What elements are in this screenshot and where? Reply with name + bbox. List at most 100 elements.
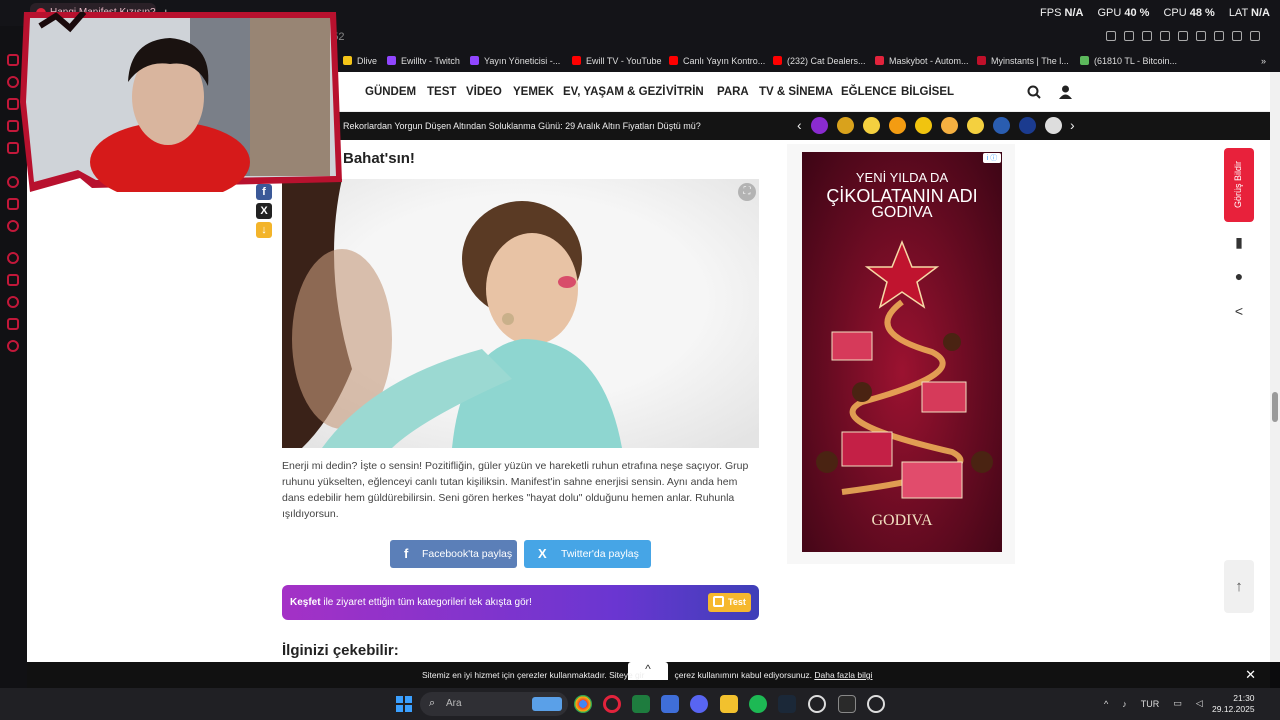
feedback-button[interactable]: Görüş Bildir	[1224, 148, 1254, 222]
sidebar-extensions-icon[interactable]	[7, 296, 19, 308]
sidebar-gamepad-icon[interactable]	[7, 274, 19, 286]
network-icon[interactable]: ▭	[1173, 698, 1182, 709]
heart-icon[interactable]	[1178, 31, 1188, 41]
bookmark-item[interactable]: Dlive	[343, 56, 377, 66]
download-icon[interactable]	[1232, 31, 1242, 41]
epic-games-icon[interactable]	[838, 695, 856, 713]
obs-icon[interactable]	[808, 695, 826, 713]
x-icon[interactable]: X	[256, 203, 272, 219]
cookie-more-link[interactable]: Daha fazla bilgi	[814, 670, 872, 680]
test-badge[interactable]: Test	[708, 593, 751, 612]
reaction-love-icon[interactable]	[915, 117, 932, 134]
nav-item-gundem[interactable]: GÜNDEM	[365, 86, 416, 98]
bookmarks-overflow-icon[interactable]: »	[1261, 56, 1266, 66]
user-icon[interactable]	[1059, 85, 1072, 99]
sidebar-bookmarks-icon[interactable]	[7, 318, 19, 330]
related-section-title: İlginizi çekebilir:	[282, 642, 399, 659]
sidebar-x-icon[interactable]	[7, 220, 19, 232]
expand-image-icon[interactable]: ⛶	[738, 183, 756, 201]
sidebar-history-icon[interactable]	[7, 76, 19, 88]
ticker-headline[interactable]: Rekorlardan Yorgun Düşen Altından Solukl…	[343, 121, 701, 131]
snapshot-icon[interactable]	[1124, 31, 1134, 41]
chrome-icon[interactable]	[574, 695, 592, 713]
profile-icon[interactable]	[1214, 31, 1224, 41]
bookmark-item[interactable]: Myinstants | The l...	[977, 56, 1069, 66]
reaction-wow-icon[interactable]	[837, 117, 854, 134]
share-twitter-button[interactable]: X Twitter'da paylaş	[524, 540, 651, 568]
reaction-nivea-icon[interactable]	[1019, 117, 1036, 134]
bookmark-item[interactable]: Maskybot - Autom...	[875, 56, 969, 66]
bookmark-item[interactable]: (61810 TL - Bitcoin...	[1080, 56, 1177, 66]
reaction-glasses-icon[interactable]	[863, 117, 880, 134]
spotify-icon[interactable]	[749, 695, 767, 713]
scroll-to-top-button[interactable]: ↑	[1224, 560, 1254, 613]
nav-item-tv-sinema[interactable]: TV & SİNEMA	[759, 86, 833, 98]
steam-icon[interactable]	[778, 695, 796, 713]
sidebar-discord-icon[interactable]	[7, 198, 19, 210]
shield-icon[interactable]	[1142, 31, 1152, 41]
comments-icon[interactable]: ●	[1229, 266, 1249, 286]
nav-item-ev-yasam-gezi[interactable]: EV, YAŞAM & GEZİ	[563, 86, 665, 98]
cookie-close-icon[interactable]: ✕	[1245, 667, 1256, 683]
nav-item-bilgisel[interactable]: BİLGİSEL	[901, 86, 954, 98]
file-explorer-icon[interactable]	[720, 695, 738, 713]
taskbar-search-input[interactable]: ⌕ Ara	[420, 692, 568, 716]
sidebar-messenger-icon[interactable]	[7, 54, 19, 66]
bookmark-item[interactable]: Ewilltv - Twitch	[387, 56, 460, 66]
bookmark-item[interactable]: Ewill TV - YouTube	[572, 56, 662, 66]
page-scrollbar[interactable]	[1270, 72, 1280, 662]
reaction-new-icon[interactable]	[811, 117, 828, 134]
download-icon[interactable]: ↓	[256, 222, 272, 238]
nav-item-para[interactable]: PARA	[717, 86, 749, 98]
language-indicator[interactable]: TUR	[1141, 699, 1160, 709]
share-facebook-button[interactable]: f Facebook'ta paylaş	[390, 540, 517, 568]
sidebar-player-icon[interactable]	[7, 120, 19, 132]
nav-item-test[interactable]: TEST	[427, 86, 456, 98]
opera-gx-icon[interactable]	[603, 695, 621, 713]
ticker-next-button[interactable]: ›	[1070, 117, 1075, 133]
kesfet-banner[interactable]: Keşfet ile ziyaret ettiğin tüm kategoril…	[282, 585, 759, 620]
store-icon[interactable]	[661, 695, 679, 713]
cookie-text: Sitemiz en iyi hizmet için çerezler kull…	[422, 670, 873, 680]
taskbar-clock[interactable]: 21:30 29.12.2025	[1212, 693, 1255, 715]
bookmark-favicon-icon	[773, 56, 782, 65]
pin-icon[interactable]	[1106, 31, 1116, 41]
play-icon[interactable]	[1160, 31, 1170, 41]
tray-overflow-icon[interactable]: ^	[1104, 699, 1108, 709]
sidebar-clock-icon[interactable]	[7, 252, 19, 264]
nav-item-vitrin[interactable]: VİTRİN	[666, 86, 704, 98]
reaction-plus-icon[interactable]	[1045, 117, 1062, 134]
ticker-prev-button[interactable]: ‹	[797, 117, 802, 133]
volume-icon[interactable]: ◁	[1196, 698, 1203, 709]
windows-start-icon[interactable]	[396, 696, 412, 712]
settings-icon[interactable]	[867, 695, 885, 713]
godiva-advertisement[interactable]: YENİ YILDA DA ÇİKOLATANIN ADI GODIVA GOD…	[802, 152, 1002, 552]
microphone-icon[interactable]: ♪	[1122, 699, 1127, 709]
reaction-happy-icon[interactable]	[967, 117, 984, 134]
sidebar-settings-icon[interactable]	[7, 176, 19, 188]
menu-icon[interactable]	[1250, 31, 1260, 41]
nav-item-video[interactable]: VİDEO	[466, 86, 502, 98]
bookmark-item[interactable]: Canlı Yayın Kontro...	[669, 56, 765, 66]
nav-item-yemek[interactable]: YEMEK	[513, 86, 554, 98]
xbox-icon[interactable]	[632, 695, 650, 713]
test-badge-label: Test	[728, 597, 746, 607]
bookmark-item[interactable]: Yayın Yöneticisi -...	[470, 56, 560, 66]
reaction-sad-icon[interactable]	[941, 117, 958, 134]
sidebar-gx-icon[interactable]	[7, 340, 19, 352]
sidebar-twitch-icon[interactable]	[7, 142, 19, 154]
scrollbar-thumb[interactable]	[1272, 392, 1278, 422]
nav-item-eglence[interactable]: EĞLENCE	[841, 86, 897, 98]
reaction-brand-icon[interactable]	[993, 117, 1010, 134]
search-icon[interactable]	[1027, 85, 1041, 99]
reaction-neutral-icon[interactable]	[889, 117, 906, 134]
discord-icon[interactable]	[690, 695, 708, 713]
sidebar-wallet-icon[interactable]	[7, 98, 19, 110]
chocolate-tree-illustration	[816, 239, 993, 499]
extensions-icon[interactable]	[1196, 31, 1206, 41]
share-icon[interactable]: <	[1229, 301, 1249, 321]
bookmark-icon[interactable]: ▮	[1229, 232, 1249, 252]
fps-stat: FPS N/A	[1040, 7, 1084, 19]
adchoices-icon[interactable]: i ⓘ	[983, 153, 1001, 163]
bookmark-item[interactable]: (232) Cat Dealers...	[773, 56, 866, 66]
